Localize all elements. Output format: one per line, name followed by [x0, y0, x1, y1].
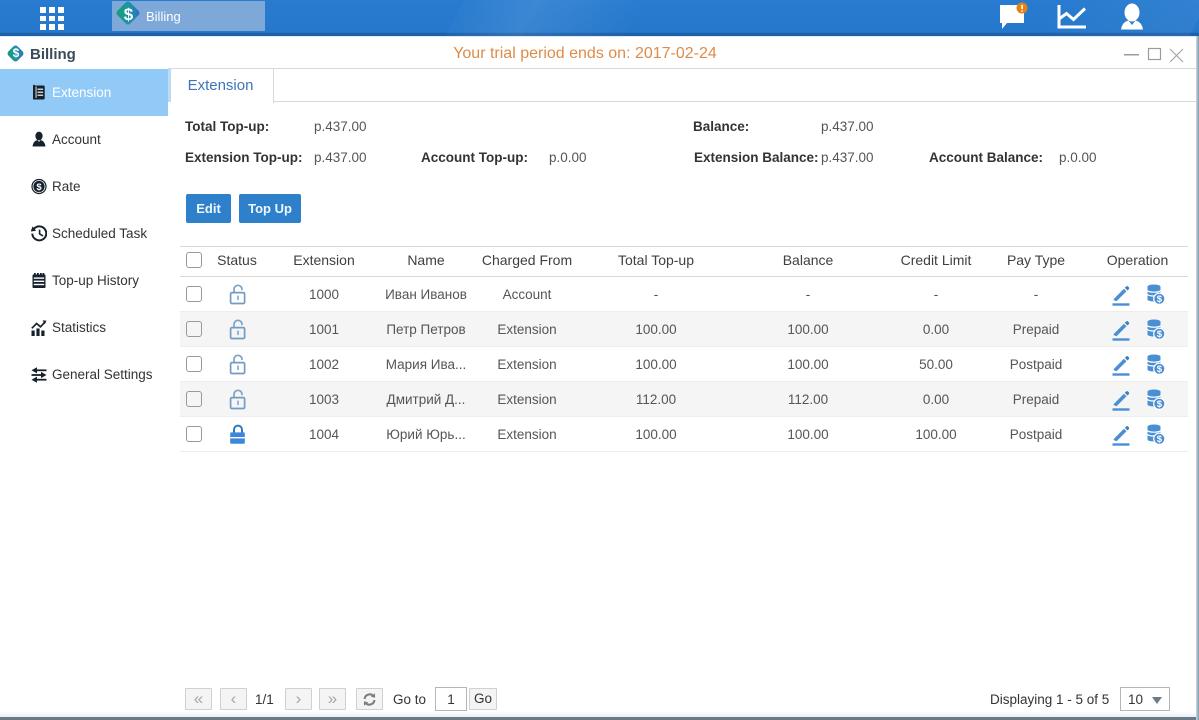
svg-text:$: $ — [36, 182, 42, 193]
svg-text:$: $ — [1157, 434, 1163, 445]
svg-text:$: $ — [1157, 329, 1163, 340]
svg-text:$: $ — [1157, 364, 1163, 375]
svg-text:$: $ — [1157, 294, 1163, 305]
svg-text:$: $ — [1157, 399, 1163, 410]
